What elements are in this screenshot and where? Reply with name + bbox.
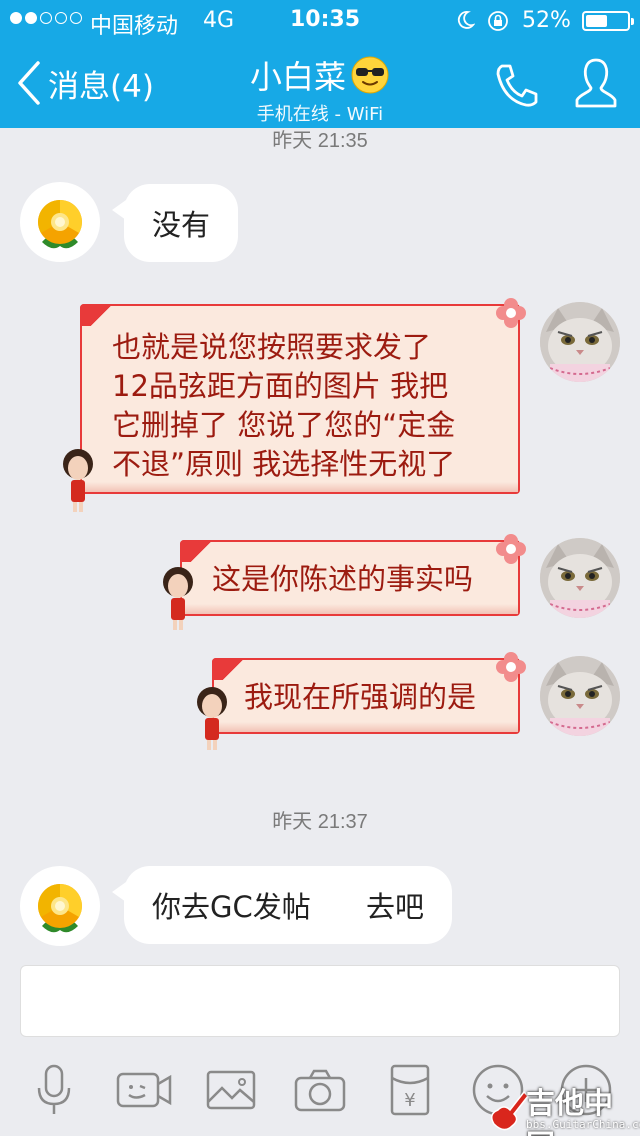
status-time: 10:35	[290, 7, 361, 32]
online-status: 手机在线 - WiFi	[256, 104, 384, 125]
back-button[interactable]: 消息(4)	[14, 58, 154, 108]
camera-icon[interactable]	[290, 1060, 350, 1120]
microphone-icon[interactable]	[24, 1060, 84, 1120]
message-text: 我现在所强调的是	[244, 680, 477, 714]
phone-call-icon[interactable]	[492, 60, 540, 110]
message-text-line: 12品弦距方面的图片 我把	[112, 369, 449, 403]
cat-avatar-icon	[540, 302, 620, 382]
user-avatar[interactable]	[540, 538, 620, 618]
carrier-name: 中国移动	[90, 14, 179, 39]
image-icon[interactable]	[202, 1060, 262, 1120]
user-avatar[interactable]	[540, 656, 620, 736]
message-input[interactable]	[20, 965, 620, 1037]
message-text-line: 也就是说您按照要求发了	[112, 330, 432, 364]
girl-sticker-icon	[63, 449, 93, 512]
message-timestamp: 昨天 21:37	[272, 811, 368, 833]
message-bubble-sent[interactable]: 这是你陈述的事实吗	[180, 534, 526, 616]
battery-icon	[582, 11, 634, 31]
status-bar: 中国移动 4G 10:35 52%	[0, 0, 640, 40]
message-bubble-received[interactable]: 没有	[111, 184, 239, 262]
flower-decoration-icon	[496, 534, 526, 564]
girl-sticker-icon	[163, 567, 193, 630]
message-bubble-sent[interactable]: 也就是说您按照要求发了 12品弦距方面的图片 我把 它删掉了 您说了您的“定金 …	[80, 298, 526, 494]
contact-avatar[interactable]	[20, 182, 100, 262]
girl-sticker-icon	[197, 687, 227, 750]
cat-avatar-icon	[540, 538, 620, 618]
chat-header: 小白菜 手机在线 - WiFi	[180, 52, 460, 126]
contact-name: 小白菜	[249, 58, 346, 96]
message-text-line: 不退”原则 我选择性无视了	[112, 447, 456, 481]
message-text: 你去GC发帖 去吧	[152, 890, 425, 924]
message-bubble-received[interactable]: 你去GC发帖 去吧	[111, 866, 453, 944]
chevron-left-icon	[18, 61, 40, 105]
rotation-lock-icon	[488, 11, 508, 31]
svg-text:¥: ¥	[404, 1090, 415, 1111]
contact-avatar[interactable]	[20, 866, 100, 946]
back-label: 消息(4)	[48, 68, 154, 105]
user-avatar[interactable]	[540, 302, 620, 382]
message-timestamp: 昨天 21:35	[272, 130, 368, 152]
red-packet-icon[interactable]: ¥	[380, 1060, 440, 1120]
top-bar: 中国移动 4G 10:35 52% 消息(4) 小白菜 手机在线 - WiFi	[0, 0, 640, 128]
network-type: 4G	[203, 8, 235, 33]
sunglasses-emoji-icon	[351, 56, 389, 94]
battery-percent: 52%	[522, 8, 571, 33]
message-bubble-sent[interactable]: 我现在所强调的是	[212, 652, 526, 734]
signal-strength-icon	[10, 12, 82, 24]
cat-avatar-icon	[540, 656, 620, 736]
message-text: 这是你陈述的事实吗	[212, 562, 474, 596]
contact-profile-icon[interactable]	[572, 56, 620, 110]
flower-decoration-icon	[496, 298, 526, 328]
do-not-disturb-icon	[457, 11, 475, 29]
guitar-logo-icon	[491, 1090, 529, 1131]
message-text: 没有	[152, 208, 211, 242]
video-icon[interactable]	[114, 1060, 174, 1120]
sunflower-avatar-icon	[38, 884, 82, 933]
watermark: 吉他中国 bbs.GuitarChina.com	[486, 1080, 640, 1136]
message-text-line: 它删掉了 您说了您的“定金	[112, 408, 456, 442]
flower-decoration-icon	[496, 652, 526, 682]
watermark-url: bbs.GuitarChina.com	[526, 1118, 640, 1131]
sunflower-avatar-icon	[38, 200, 82, 249]
